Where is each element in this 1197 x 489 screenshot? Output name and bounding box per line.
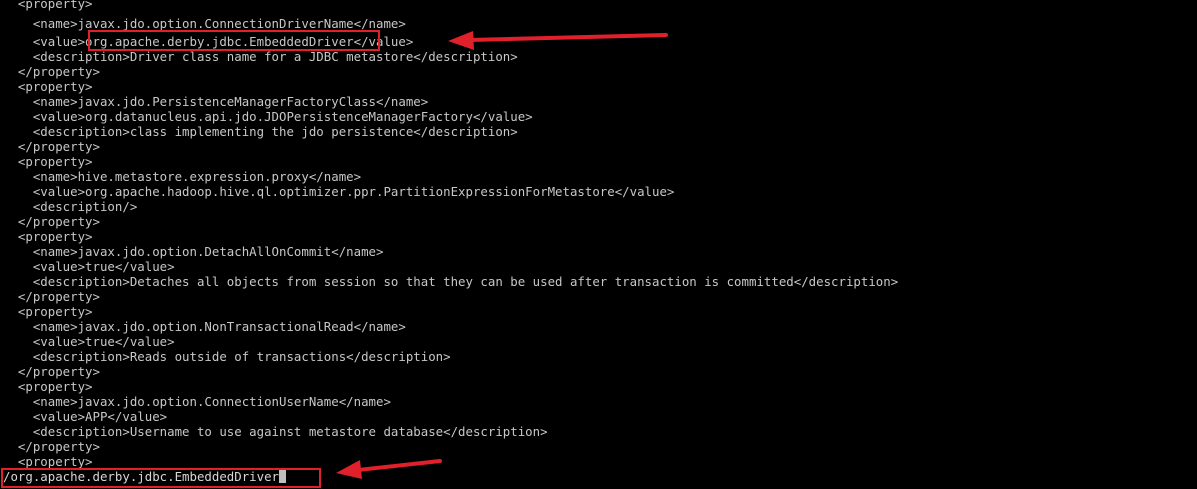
code-line: <description>Driver class name for a JDB… xyxy=(3,49,518,64)
highlight-box-value xyxy=(88,30,380,51)
terminal-window[interactable]: <property> <name>javax.jdo.option.Connec… xyxy=(0,0,1197,489)
code-line: <property> xyxy=(3,154,93,169)
code-line: <description>Reads outside of transactio… xyxy=(3,349,451,364)
code-line: <description/> xyxy=(3,199,138,214)
code-line: </property> xyxy=(3,64,100,79)
code-line: </property> xyxy=(3,139,100,154)
highlight-box-search xyxy=(1,468,321,488)
code-line: <property> xyxy=(3,229,93,244)
code-line: <property> xyxy=(3,379,93,394)
code-line: <name>javax.jdo.option.ConnectionUserNam… xyxy=(3,394,391,409)
code-line: <description>Detaches all objects from s… xyxy=(3,274,899,289)
code-line: </property> xyxy=(3,364,100,379)
code-line: <value>org.datanucleus.api.jdo.JDOPersis… xyxy=(3,109,533,124)
arrow-pointer-top-icon xyxy=(448,31,668,50)
code-line: <value>true</value> xyxy=(3,259,175,274)
code-line: <value>org.apache.hadoop.hive.ql.optimiz… xyxy=(3,184,675,199)
code-line: <name>javax.jdo.PersistenceManagerFactor… xyxy=(3,94,429,109)
code-line: </property> xyxy=(3,214,100,229)
code-line: <property> xyxy=(3,0,93,11)
code-line: </property> xyxy=(3,289,100,304)
code-line: <description>Username to use against met… xyxy=(3,424,548,439)
code-line: <name>javax.jdo.option.NonTransactionalR… xyxy=(3,319,406,334)
code-line: <name>hive.metastore.expression.proxy</n… xyxy=(3,169,362,184)
code-line: <value>true</value> xyxy=(3,334,175,349)
code-line: <value>APP</value> xyxy=(3,409,168,424)
code-line: </property> xyxy=(3,439,100,454)
code-line: <property> xyxy=(3,454,93,469)
code-line: <description>class implementing the jdo … xyxy=(3,124,518,139)
code-line: <name>javax.jdo.option.ConnectionDriverN… xyxy=(3,16,406,31)
code-line: <property> xyxy=(3,79,93,94)
arrow-pointer-bottom-icon xyxy=(336,459,442,479)
code-line: <property> xyxy=(3,304,93,319)
code-line: <name>javax.jdo.option.DetachAllOnCommit… xyxy=(3,244,384,259)
